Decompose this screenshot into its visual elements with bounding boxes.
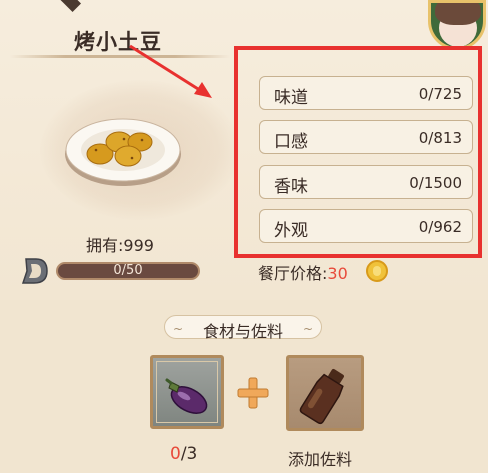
ingredient-count: 0/3: [170, 444, 197, 464]
d-rank-icon: [20, 256, 50, 286]
ingredient-need: /3: [180, 444, 198, 464]
dish-image: [62, 112, 184, 194]
restaurant-price: 餐厅价格:30: [258, 260, 348, 284]
eggplant-icon: [165, 378, 208, 414]
avatar-hair: [435, 3, 481, 25]
ingredient-have: 0: [170, 444, 181, 464]
dish-progress-bar: 0/50: [56, 262, 200, 280]
price-label: 餐厅价格:: [258, 264, 328, 283]
progress-text: 0/50: [113, 263, 143, 278]
section-title: 食材与佐料: [202, 322, 283, 341]
price-value: 30: [327, 264, 348, 283]
soy-sauce-bottle-icon: [299, 368, 344, 425]
plus-icon: [237, 377, 269, 409]
coin-icon: [366, 260, 388, 282]
red-highlight-box: [234, 46, 482, 258]
roasted-potato-plate-icon: [65, 118, 181, 186]
owned-count: 拥有:999: [86, 236, 154, 255]
coin-shine: [373, 266, 381, 276]
ingredient-slot-eggplant[interactable]: [150, 355, 224, 429]
add-seasoning-slot[interactable]: [286, 355, 364, 431]
ingredients-section-header: ~ 食材与佐料 ~: [164, 315, 322, 341]
add-seasoning-label[interactable]: 添加佐料: [288, 446, 352, 470]
swirl-right-icon: ~: [302, 322, 313, 336]
